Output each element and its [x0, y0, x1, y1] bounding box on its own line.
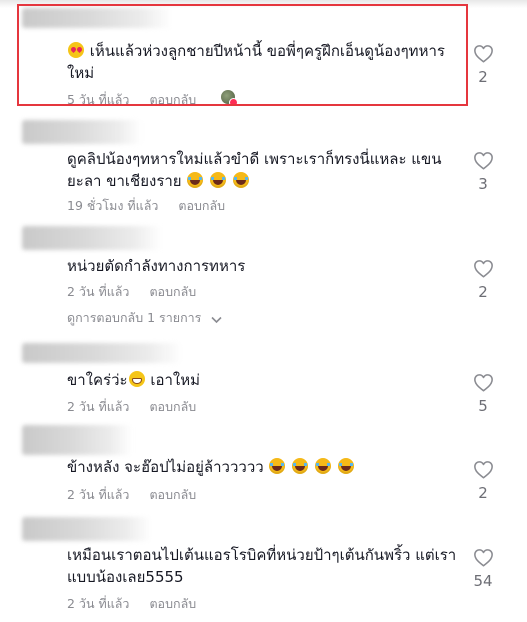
laughing-emoji-icon: [210, 172, 227, 188]
laughing-emoji-icon: [337, 458, 354, 474]
like-count: 2: [478, 484, 488, 502]
heart-outline-icon: [473, 260, 493, 278]
like-button[interactable]: 54: [472, 548, 494, 590]
comment-text: ข้างหลัง จะฮ๊อปไม่อยู่ล้าววววว: [67, 456, 462, 478]
laughing-emoji-icon: [315, 458, 332, 474]
like-button[interactable]: 2: [472, 460, 494, 502]
like-button[interactable]: 5: [472, 373, 494, 415]
chevron-down-icon: [211, 316, 222, 324]
grimacing-emoji-icon: [128, 371, 145, 387]
heart-outline-icon: [473, 45, 493, 63]
like-button[interactable]: 2: [472, 259, 494, 301]
comment-time: 2 วัน ที่แล้ว: [67, 399, 130, 414]
blurred-username: [22, 343, 182, 363]
comment-text: ดูคลิปน้องๆทหารใหม่แล้วขำดี เพราะเราก็ทร…: [67, 150, 442, 190]
heart-outline-icon: [473, 374, 493, 392]
reply-button[interactable]: ตอบกลับ: [149, 284, 196, 299]
comment-time: 2 วัน ที่แล้ว: [67, 284, 130, 299]
comment-meta: 19 ชั่วโมง ที่แล้ว ตอบกลับ: [67, 196, 241, 216]
like-count: 2: [478, 68, 488, 86]
comment-text: ขาใคร่ว่ะ เอาใหม่: [67, 371, 201, 389]
highlight-box: [17, 4, 468, 106]
comment-meta: 2 วัน ที่แล้ว ตอบกลับ: [67, 282, 212, 302]
reply-button[interactable]: ตอบกลับ: [149, 487, 196, 502]
comment-meta: 2 วัน ที่แล้ว ตอบกลับ: [67, 397, 212, 417]
reply-button[interactable]: ตอบกลับ: [149, 399, 196, 414]
comment-meta: 2 วัน ที่แล้ว ตอบกลับ: [67, 485, 212, 505]
like-button[interactable]: 3: [472, 151, 494, 193]
view-replies-label: ดูการตอบกลับ 1 รายการ: [67, 310, 202, 325]
like-count: 5: [478, 397, 488, 415]
laughing-emoji-icon: [232, 172, 249, 188]
like-count: 3: [478, 175, 488, 193]
comment-text: หน่วยตัดกำลังทางการทหาร: [67, 257, 246, 275]
like-button[interactable]: 2: [472, 44, 494, 86]
view-replies-button[interactable]: ดูการตอบกลับ 1 รายการ: [67, 308, 222, 328]
reply-button[interactable]: ตอบกลับ: [178, 198, 225, 213]
like-count: 54: [473, 572, 493, 590]
comment-time: 2 วัน ที่แล้ว: [67, 596, 130, 611]
blurred-username: [22, 425, 132, 455]
comment-time: 19 ชั่วโมง ที่แล้ว: [67, 198, 159, 213]
like-count: 2: [478, 283, 488, 301]
blurred-username: [22, 120, 142, 144]
blurred-username: [22, 226, 162, 250]
laughing-emoji-icon: [292, 458, 309, 474]
blurred-username: [22, 517, 152, 541]
laughing-emoji-icon: [269, 458, 286, 474]
laughing-emoji-icon: [187, 172, 204, 188]
comment-text: เหมือนเราตอนไปเต้นแอรโรบิคที่หน่วยป้าๆเต…: [67, 546, 457, 586]
heart-outline-icon: [473, 461, 493, 479]
comment-meta: 2 วัน ที่แล้ว ตอบกลับ: [67, 594, 212, 614]
heart-outline-icon: [473, 152, 493, 170]
heart-outline-icon: [473, 549, 493, 567]
reply-button[interactable]: ตอบกลับ: [149, 596, 196, 611]
comment-time: 2 วัน ที่แล้ว: [67, 487, 130, 502]
